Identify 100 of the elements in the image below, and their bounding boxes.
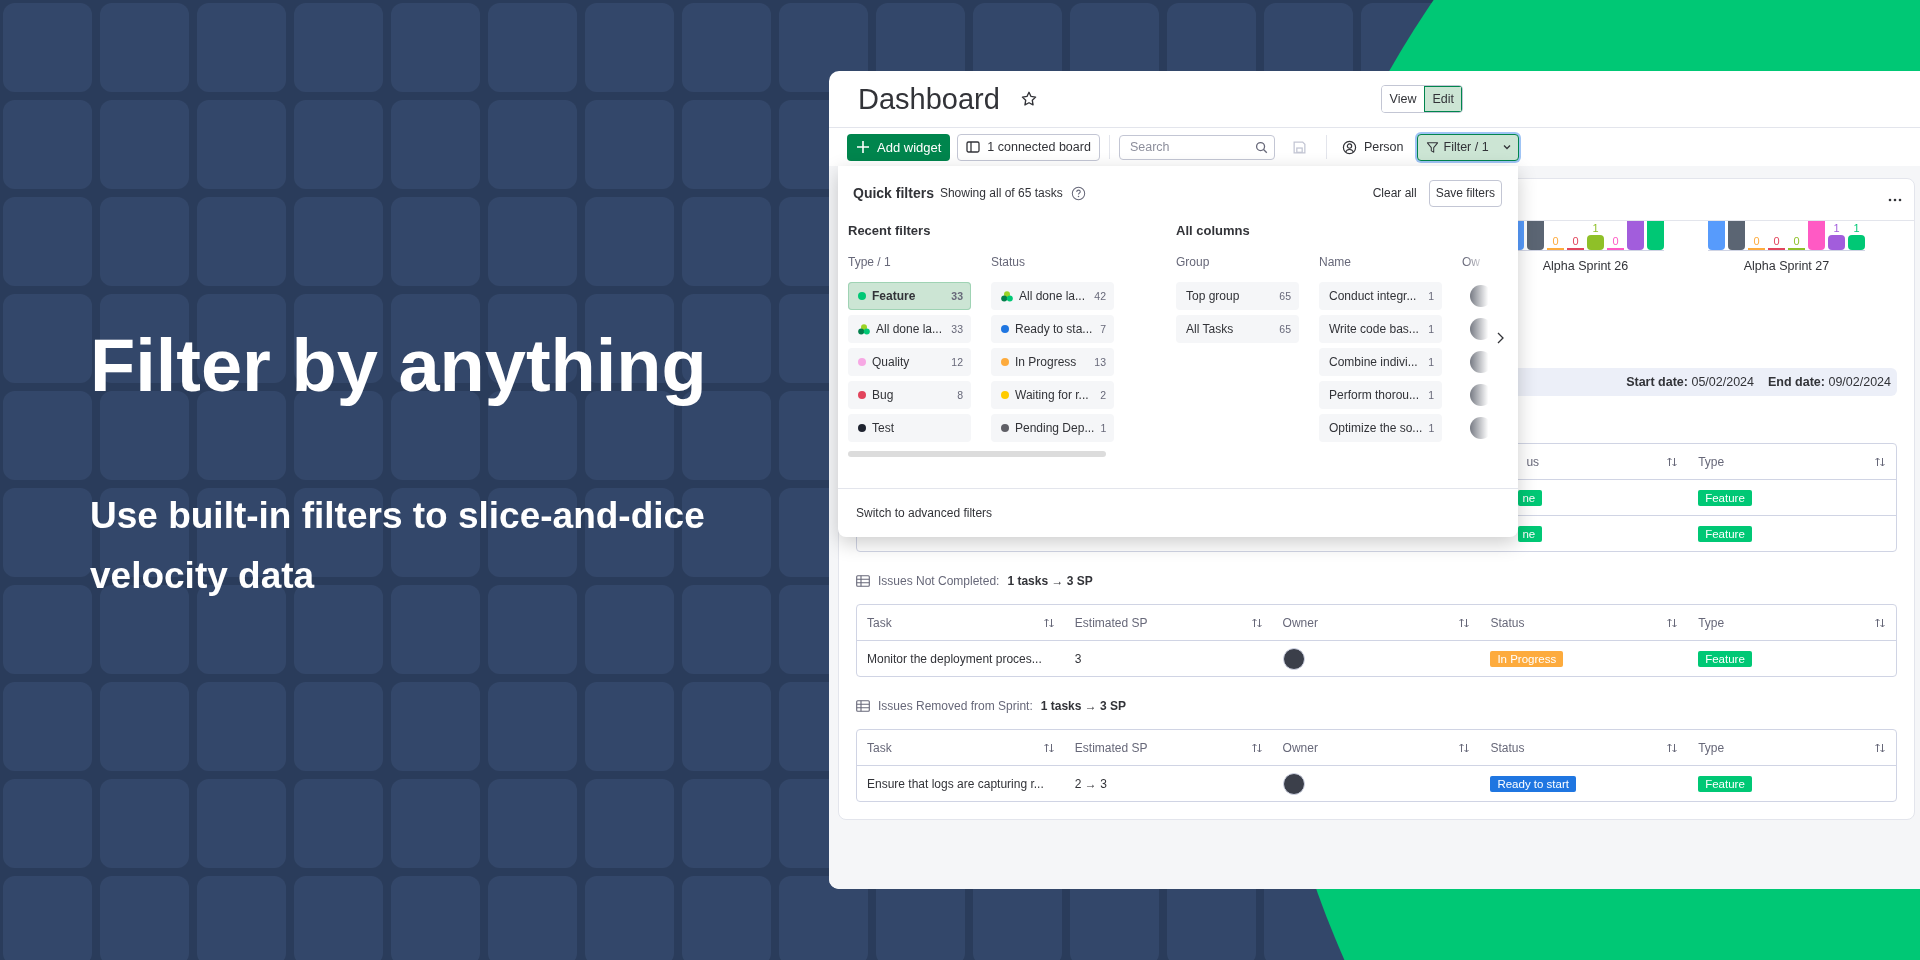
column-header: Owner [1282, 615, 1318, 630]
filter-option[interactable]: Top group 65 [1176, 282, 1299, 310]
filter-option[interactable]: Conduct integr... 1 [1319, 282, 1442, 310]
chevron-down-icon [1501, 142, 1512, 152]
filter-option[interactable]: Bug 8 [848, 381, 971, 409]
cluster-icon [858, 323, 870, 335]
column-header: Estimated SP [1074, 740, 1148, 755]
sort-icon[interactable] [1666, 616, 1679, 629]
star-icon[interactable] [1019, 90, 1038, 108]
connected-board-button[interactable]: 1 connected board [957, 133, 1100, 161]
value-label: 0 [1773, 236, 1780, 247]
status-badge: Ready to start [1490, 775, 1576, 792]
sort-icon[interactable] [1874, 616, 1886, 629]
value-label: 0 [1612, 236, 1619, 247]
status-badge: In Progress [1490, 650, 1564, 667]
sort-icon[interactable] [1250, 741, 1263, 754]
filter-column-heading: Type / 1 [848, 255, 892, 271]
popover-title: Quick filters [853, 185, 934, 201]
clear-all-link[interactable]: Clear all [1366, 186, 1423, 200]
filter-option[interactable]: Quality 12 [848, 348, 971, 376]
table-cell: Ensure that logs are capturing r... [867, 776, 1044, 791]
column-header: Estimated SP [1074, 615, 1148, 630]
value-label: 1 [1592, 223, 1599, 234]
filter-option[interactable]: Perform thorou... 1 [1319, 381, 1442, 409]
filter-option[interactable]: Write code bas... 1 [1319, 315, 1442, 343]
filter-option[interactable]: Optimize the so... 1 [1319, 414, 1442, 442]
type-badge: Feature [1698, 525, 1752, 542]
filter-option[interactable]: Feature 33 [848, 282, 971, 310]
sprint-label: Alpha Sprint 26 [1542, 259, 1629, 273]
type-badge: Feature [1698, 489, 1752, 506]
table-cell: 3 [1074, 651, 1082, 666]
value-label: 0 [1552, 236, 1559, 247]
value-label: 0 [1572, 236, 1579, 247]
column-header: Type [1698, 740, 1725, 755]
filter-column-heading: Group [1176, 255, 1211, 271]
sort-icon[interactable] [1666, 741, 1679, 754]
sort-icon[interactable] [1458, 741, 1471, 754]
column-header: Type [1698, 454, 1725, 469]
column-header: Type [1698, 615, 1725, 630]
sort-icon[interactable] [1666, 455, 1679, 468]
column-header: Task [867, 740, 892, 755]
panel-icon [966, 140, 981, 154]
sort-icon[interactable] [1458, 616, 1471, 629]
plus-icon [856, 140, 870, 154]
section-heading: Recent filters [848, 223, 932, 240]
type-badge: Feature [1698, 775, 1752, 792]
filter-option[interactable]: Test [848, 414, 971, 442]
column-header: Status [1490, 615, 1525, 630]
section-summary: 1 tasks → 3 SP [1040, 699, 1127, 713]
dashboard-title: Dashboard [858, 82, 1000, 116]
filter-option[interactable]: All Tasks 65 [1176, 315, 1299, 343]
column-header: Task [867, 615, 892, 630]
cluster-icon [1001, 290, 1013, 302]
value-label: 1 [1833, 223, 1840, 234]
filter-option[interactable]: Ready to sta... 7 [991, 315, 1114, 343]
filter-button[interactable]: Filter / 1 [1416, 133, 1519, 161]
table-cell: 2 → 3 [1074, 776, 1107, 791]
filter-option[interactable]: Waiting for r... 2 [991, 381, 1114, 409]
value-label: 0 [1753, 236, 1760, 247]
filter-option[interactable]: All done la... 33 [848, 315, 971, 343]
sort-icon[interactable] [1874, 741, 1886, 754]
table-cell: Monitor the deployment proces... [867, 651, 1042, 666]
filter-option[interactable]: All done la... 42 [991, 282, 1114, 310]
add-widget-button[interactable]: Add widget [847, 133, 951, 161]
column-header: us [1526, 454, 1540, 469]
save-filters-button[interactable]: Save filters [1428, 179, 1502, 207]
mode-toggle[interactable]: Edit [1424, 86, 1462, 112]
status-badge: ne [1518, 489, 1543, 506]
scrollbar[interactable] [848, 451, 1106, 457]
advanced-filters-link[interactable]: Switch to advanced filters [856, 506, 993, 520]
hero-title: Filter by anything [90, 325, 708, 407]
sort-icon[interactable] [1042, 741, 1055, 754]
more-icon[interactable] [1888, 197, 1902, 202]
column-header: Owner [1282, 740, 1318, 755]
section-summary: 1 tasks → 3 SP [1007, 574, 1093, 588]
section-title: Issues Not Completed: [878, 574, 1000, 588]
filter-column-heading: Name [1319, 255, 1352, 271]
person-icon [1341, 139, 1357, 155]
status-badge: ne [1518, 525, 1543, 542]
value-label: 1 [1853, 223, 1860, 234]
type-badge: Feature [1698, 650, 1752, 667]
filter-option[interactable]: Pending Dep... 1 [991, 414, 1114, 442]
filter-option[interactable]: In Progress 13 [991, 348, 1114, 376]
search-field[interactable]: Search [1118, 134, 1275, 160]
search-icon [1254, 140, 1268, 154]
hero-subtitle: Use built-in filters to slice-and-dice velocity data [90, 494, 706, 599]
task-count-text: Showing all of 65 tasks [939, 186, 1063, 200]
sort-icon[interactable] [1874, 455, 1886, 468]
help-icon[interactable] [1070, 185, 1086, 201]
filter-column-heading: Ow [1462, 255, 1481, 271]
date-text: Start date: 05/02/2024 [1626, 375, 1754, 389]
table-icon [856, 575, 870, 587]
filter-option[interactable]: Combine indivi... 1 [1319, 348, 1442, 376]
person-filter-button[interactable]: Person [1335, 133, 1410, 161]
sprint-label: Alpha Sprint 27 [1743, 259, 1830, 273]
section-title: Issues Removed from Sprint: [878, 699, 1033, 713]
column-header: Status [1490, 740, 1525, 755]
date-text: End date: 09/02/2024 [1768, 375, 1891, 389]
sort-icon[interactable] [1042, 616, 1055, 629]
sort-icon[interactable] [1250, 616, 1263, 629]
